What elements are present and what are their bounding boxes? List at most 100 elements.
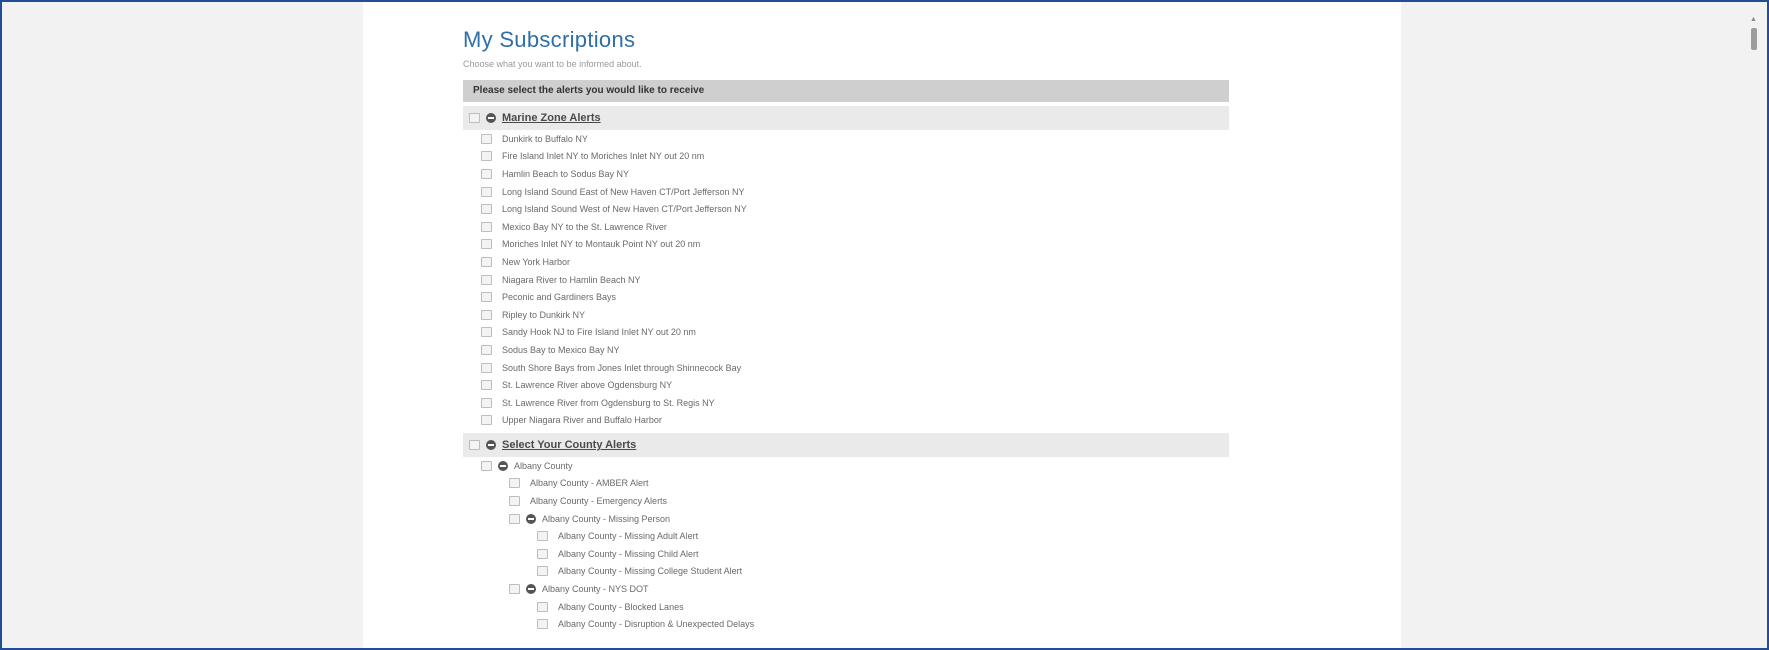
alert-group-label: Albany County - Missing Person — [542, 513, 671, 524]
alert-item-label: Albany County - Missing College Student … — [558, 566, 743, 577]
marine-zone-label: Fire Island Inlet NY to Moriches Inlet N… — [502, 151, 705, 162]
checkbox[interactable] — [509, 513, 520, 524]
checkbox[interactable] — [481, 274, 492, 285]
alert-item-label: Albany County - Disruption & Unexpected … — [558, 619, 755, 630]
marine-zone-item: Hamlin Beach to Sodus Bay NY — [463, 165, 1229, 183]
marine-zone-item: Sodus Bay to Mexico Bay NY — [463, 341, 1229, 359]
collapse-toggle-icon[interactable] — [526, 584, 536, 595]
marine-zone-item: Ripley to Dunkirk NY — [463, 306, 1229, 324]
browser-frame: My Subscriptions Choose what you want to… — [0, 0, 1769, 650]
marine-zone-label: Dunkirk to Buffalo NY — [502, 133, 588, 144]
county-list: Albany County Albany County - AMBER Aler… — [463, 457, 1229, 633]
alert-item: Albany County - Missing Child Alert — [463, 545, 1229, 563]
county-item: Albany County — [463, 457, 1229, 475]
checkbox[interactable] — [537, 601, 548, 612]
checkbox[interactable] — [481, 204, 492, 215]
scroll-up-icon[interactable]: ▲ — [1750, 16, 1757, 24]
county-section-link[interactable]: Select Your County Alerts — [502, 433, 636, 457]
county-section-header: Select Your County Alerts — [463, 433, 1229, 458]
alert-group-label: Albany County - NYS DOT — [542, 584, 649, 595]
checkbox[interactable] — [481, 380, 492, 391]
checkbox[interactable] — [537, 548, 548, 559]
collapse-toggle-icon[interactable] — [486, 440, 496, 451]
vertical-scrollbar[interactable]: ▲ — [1747, 14, 1761, 644]
checkbox[interactable] — [481, 327, 492, 338]
checkbox[interactable] — [537, 531, 548, 542]
checkbox[interactable] — [481, 309, 492, 320]
alert-item-label: Albany County - Blocked Lanes — [558, 601, 684, 612]
marine-section-checkbox[interactable] — [469, 113, 480, 123]
checkbox[interactable] — [537, 619, 548, 630]
marine-section-link[interactable]: Marine Zone Alerts — [502, 106, 601, 130]
checkbox[interactable] — [481, 133, 492, 144]
alert-item: Albany County - Blocked Lanes — [463, 598, 1229, 616]
alert-item: Albany County - Missing College Student … — [463, 563, 1229, 581]
marine-zone-item: Upper Niagara River and Buffalo Harbor — [463, 412, 1229, 430]
alert-item: Albany County - Missing Adult Alert — [463, 527, 1229, 545]
checkbox[interactable] — [481, 344, 492, 355]
checkbox[interactable] — [481, 397, 492, 408]
marine-zone-label: Upper Niagara River and Buffalo Harbor — [502, 415, 662, 426]
checkbox[interactable] — [509, 478, 520, 489]
marine-zone-item: Peconic and Gardiners Bays — [463, 288, 1229, 306]
checkbox[interactable] — [509, 496, 520, 507]
page-title: My Subscriptions — [463, 27, 636, 52]
county-item-label: Albany County — [514, 460, 573, 471]
marine-zone-item: Long Island Sound East of New Haven CT/P… — [463, 183, 1229, 201]
county-section-checkbox[interactable] — [469, 440, 480, 451]
checkbox[interactable] — [509, 584, 520, 595]
marine-zone-item: Mexico Bay NY to the St. Lawrence River — [463, 218, 1229, 236]
collapse-toggle-icon[interactable] — [486, 113, 496, 123]
checkbox[interactable] — [537, 566, 548, 577]
checkbox[interactable] — [481, 221, 492, 232]
alert-item: Albany County - Disruption & Unexpected … — [463, 615, 1229, 633]
marine-zone-label: Peconic and Gardiners Bays — [502, 292, 617, 303]
collapse-toggle-icon[interactable] — [526, 513, 536, 524]
checkbox[interactable] — [481, 186, 492, 197]
marine-zone-item: Moriches Inlet NY to Montauk Point NY ou… — [463, 236, 1229, 254]
marine-list: Dunkirk to Buffalo NY Fire Island Inlet N… — [463, 130, 1229, 429]
marine-zone-label: Long Island Sound West of New Haven CT/P… — [502, 204, 747, 215]
checkbox[interactable] — [481, 362, 492, 373]
checkbox[interactable] — [481, 415, 492, 426]
marine-zone-label: New York Harbor — [502, 256, 571, 267]
collapse-toggle-icon[interactable] — [498, 460, 508, 471]
marine-zone-item: Dunkirk to Buffalo NY — [463, 130, 1229, 148]
marine-zone-label: Sodus Bay to Mexico Bay NY — [502, 344, 620, 355]
marine-zone-label: Niagara River to Hamlin Beach NY — [502, 274, 641, 285]
checkbox[interactable] — [481, 460, 492, 471]
marine-zone-item: New York Harbor — [463, 253, 1229, 271]
marine-section-header: Marine Zone Alerts — [463, 106, 1229, 130]
alert-group: Albany County - Missing Person — [463, 510, 1229, 528]
marine-zone-item: South Shore Bays from Jones Inlet throug… — [463, 359, 1229, 377]
alert-item-label: Albany County - Emergency Alerts — [530, 496, 668, 507]
alert-item: Albany County - Emergency Alerts — [463, 492, 1229, 510]
alert-item-label: Albany County - AMBER Alert — [530, 478, 649, 489]
marine-zone-item: Fire Island Inlet NY to Moriches Inlet N… — [463, 148, 1229, 166]
marine-zone-label: Moriches Inlet NY to Montauk Point NY ou… — [502, 239, 701, 250]
marine-zone-label: St. Lawrence River above Ogdensburg NY — [502, 380, 673, 391]
alert-item-label: Albany County - Missing Adult Alert — [558, 531, 699, 542]
page-panel: My Subscriptions Choose what you want to… — [363, 2, 1401, 648]
checkbox[interactable] — [481, 256, 492, 267]
alert-item-label: Albany County - Missing Child Alert — [558, 548, 699, 559]
marine-zone-item: St. Lawrence River from Ogdensburg to St… — [463, 394, 1229, 412]
scrollbar-thumb[interactable] — [1751, 28, 1757, 50]
alert-group: Albany County - NYS DOT — [463, 580, 1229, 598]
checkbox[interactable] — [481, 292, 492, 303]
marine-zone-item: Sandy Hook NJ to Fire Island Inlet NY ou… — [463, 324, 1229, 342]
checkbox[interactable] — [481, 168, 492, 179]
page-subtitle: Choose what you want to be informed abou… — [463, 59, 642, 69]
marine-zone-label: St. Lawrence River from Ogdensburg to St… — [502, 397, 715, 408]
marine-zone-label: Long Island Sound East of New Haven CT/P… — [502, 186, 745, 197]
checkbox[interactable] — [481, 151, 492, 162]
alert-item: Albany County - AMBER Alert — [463, 475, 1229, 493]
marine-zone-label: Mexico Bay NY to the St. Lawrence River — [502, 221, 667, 232]
marine-zone-label: Sandy Hook NJ to Fire Island Inlet NY ou… — [502, 327, 696, 338]
marine-zone-label: South Shore Bays from Jones Inlet throug… — [502, 362, 742, 373]
marine-zone-label: Hamlin Beach to Sodus Bay NY — [502, 168, 630, 179]
checkbox[interactable] — [481, 239, 492, 250]
subscriptions-form: My Subscriptions Choose what you want to… — [463, 2, 1229, 633]
marine-zone-item: Niagara River to Hamlin Beach NY — [463, 271, 1229, 289]
marine-zone-label: Ripley to Dunkirk NY — [502, 309, 586, 320]
